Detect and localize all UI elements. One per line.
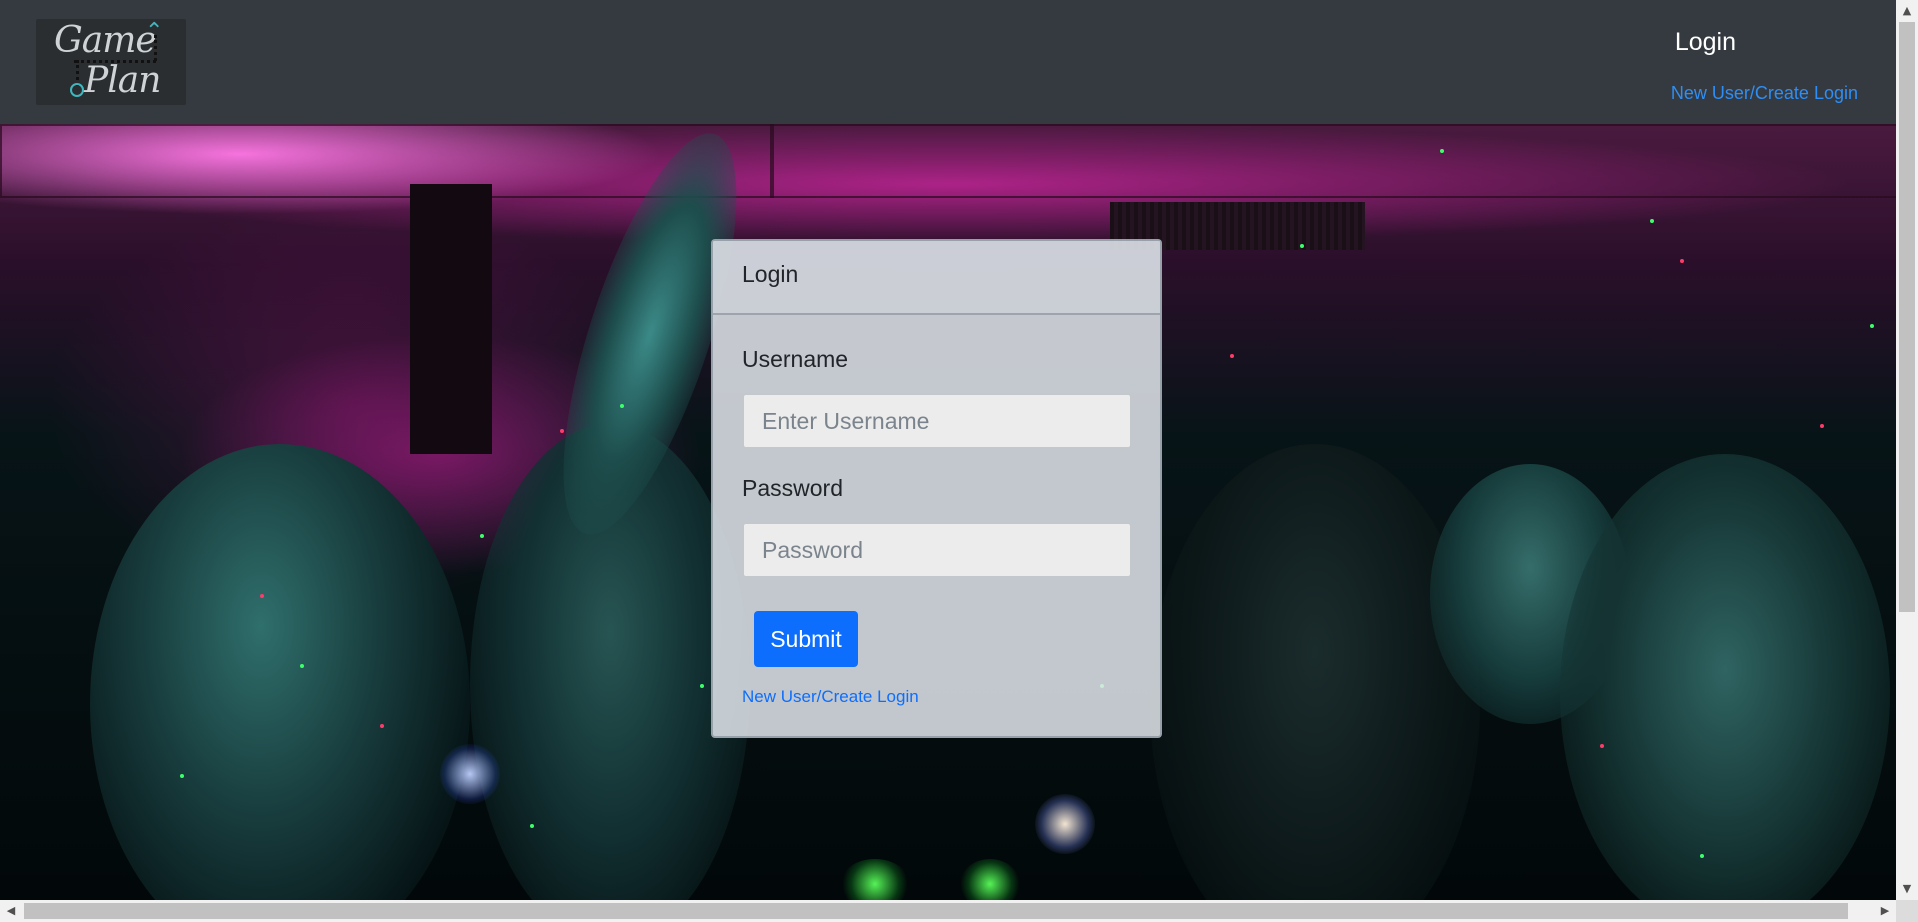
horizontal-scroll-thumb[interactable]	[24, 903, 1848, 919]
nav-login-link[interactable]: Login	[1675, 28, 1736, 57]
new-user-create-login-link[interactable]: New User/Create Login	[742, 687, 919, 707]
scroll-left-arrow-icon[interactable]: ◀	[0, 900, 22, 922]
laser-dot	[620, 404, 624, 408]
scrollbar-corner	[1896, 900, 1918, 922]
light-glow	[440, 744, 500, 804]
speaker	[410, 184, 492, 454]
logo-word-game: Game	[54, 20, 157, 61]
logo-circle-icon	[70, 83, 84, 97]
laser-dot	[1700, 854, 1704, 858]
laser-dot	[700, 684, 704, 688]
laser-dot	[560, 429, 564, 433]
horizontal-scrollbar[interactable]: ◀ ▶	[0, 900, 1896, 922]
light-glow	[960, 859, 1020, 900]
light-glow	[1035, 794, 1095, 854]
laser-dot	[1230, 354, 1234, 358]
laser-dot	[300, 664, 304, 668]
laser-dot	[1680, 259, 1684, 263]
light-glow	[840, 859, 910, 900]
scroll-down-arrow-icon[interactable]: ▼	[1896, 878, 1918, 900]
nav-new-user-link[interactable]: New User/Create Login	[1671, 83, 1858, 104]
username-input[interactable]	[742, 393, 1132, 449]
laser-dot	[1440, 149, 1444, 153]
laser-dot	[1300, 244, 1304, 248]
vertical-scrollbar[interactable]: ▲ ▼	[1896, 0, 1918, 900]
laser-dot	[180, 774, 184, 778]
laser-dot	[260, 594, 264, 598]
page-viewport: Game Plan ⌃ Login New User/Create Login …	[0, 0, 1896, 900]
laser-dot	[1650, 219, 1654, 223]
laser-dot	[1600, 744, 1604, 748]
username-label: Username	[742, 346, 849, 372]
password-label: Password	[742, 475, 843, 501]
password-input[interactable]	[742, 522, 1132, 578]
laser-dot	[530, 824, 534, 828]
login-card-title: Login	[742, 261, 799, 287]
top-navbar: Game Plan ⌃ Login New User/Create Login	[0, 0, 1896, 124]
login-card: Login Username Password Submit New User/…	[711, 239, 1162, 738]
scroll-up-arrow-icon[interactable]: ▲	[1896, 0, 1918, 22]
game-plan-logo[interactable]: Game Plan ⌃	[36, 19, 186, 105]
ceiling-panel	[770, 124, 1896, 198]
submit-button[interactable]: Submit	[754, 611, 858, 667]
laser-dot	[1820, 424, 1824, 428]
dancer-figure	[1560, 454, 1890, 900]
logo-arrow-up-icon: ⌃	[145, 19, 164, 44]
dancer-figure	[90, 444, 470, 900]
scroll-right-arrow-icon[interactable]: ▶	[1874, 900, 1896, 922]
laser-dot	[1870, 324, 1874, 328]
dancer-figure	[1150, 444, 1480, 900]
laser-dot	[380, 724, 384, 728]
vertical-scroll-thumb[interactable]	[1899, 22, 1915, 612]
logo-dotted-line	[74, 60, 156, 63]
logo-word-plan: Plan	[84, 60, 161, 101]
laser-dot	[480, 534, 484, 538]
login-card-header: Login	[713, 241, 1160, 315]
